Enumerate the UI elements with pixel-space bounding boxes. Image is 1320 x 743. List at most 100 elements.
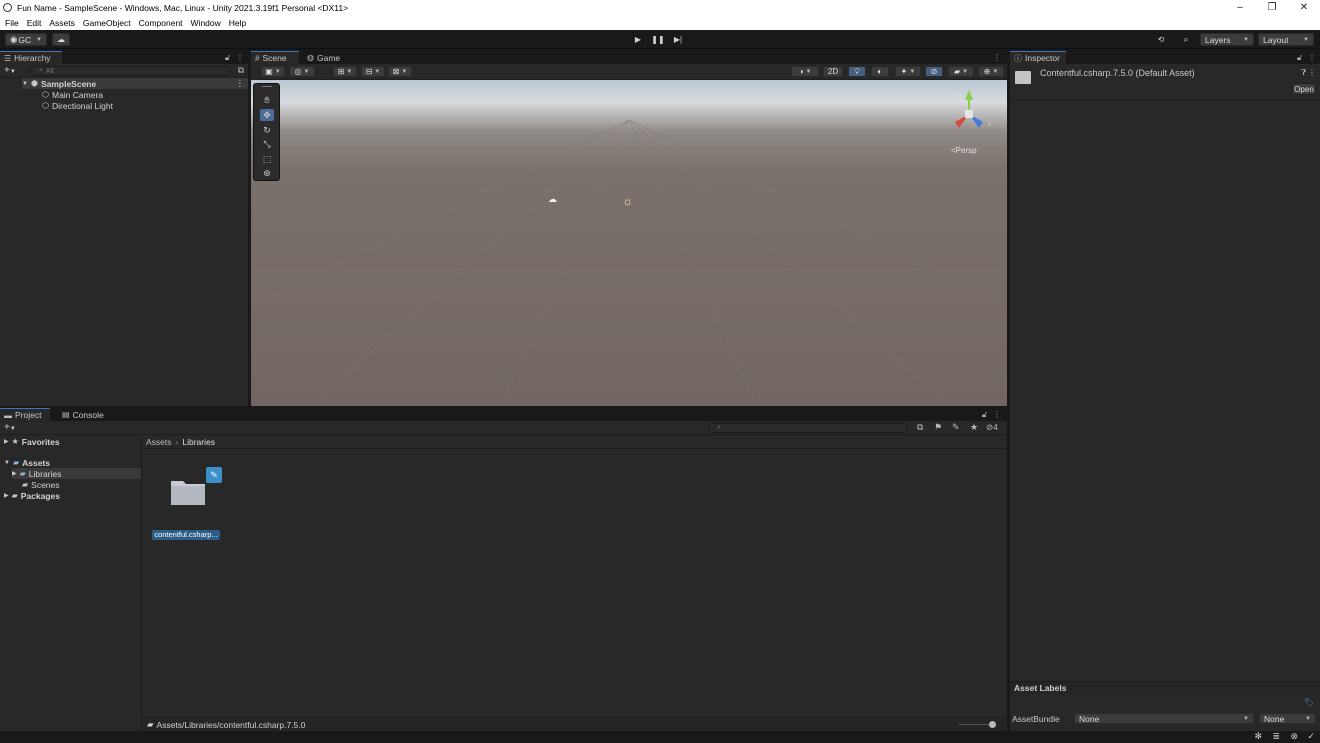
assets-row[interactable]: ▼ ▰ Assets bbox=[4, 457, 50, 468]
grid-snap-dropdown[interactable]: ⊞ ▼ bbox=[333, 66, 357, 77]
menu-bar: File Edit Assets GameObject Component Wi… bbox=[0, 15, 1320, 30]
assetbundle-label: AssetBundle bbox=[1012, 714, 1060, 724]
create-asset-button[interactable]: +▼ bbox=[4, 422, 16, 433]
menu-file[interactable]: File bbox=[5, 18, 19, 28]
close-button[interactable]: ✕ bbox=[1288, 0, 1320, 15]
packages-row[interactable]: ▶ ▰ Packages bbox=[4, 490, 60, 501]
create-button[interactable]: +▼ bbox=[4, 65, 16, 76]
hierarchy-item-directional-light[interactable]: ⬡ Directional Light bbox=[42, 100, 113, 111]
filter-button[interactable]: ⧉ bbox=[238, 65, 244, 76]
rotate-tool-button[interactable]: ↻ bbox=[260, 124, 274, 136]
draw-mode-dropdown[interactable]: ◑ ▼ bbox=[791, 66, 819, 77]
tab-scene[interactable]: # Scene bbox=[251, 51, 299, 64]
light-gizmo-icon[interactable]: ☼ bbox=[622, 194, 633, 208]
menu-help[interactable]: Help bbox=[229, 18, 246, 28]
camera-gizmo-icon[interactable]: ☁ bbox=[548, 194, 557, 205]
layout-dropdown[interactable]: Layout ▼ bbox=[1258, 33, 1314, 46]
transform-tool-button[interactable]: ⊛ bbox=[260, 167, 274, 179]
favorite-button[interactable]: ★ bbox=[970, 422, 978, 433]
grid-icon: # bbox=[255, 53, 260, 63]
tab-inspector[interactable]: ⓘ Inspector bbox=[1010, 51, 1066, 64]
minimize-button[interactable]: – bbox=[1224, 0, 1256, 15]
maximize-button[interactable]: ❐ bbox=[1256, 0, 1288, 15]
lighting-toggle[interactable]: 💡︎ bbox=[848, 66, 866, 77]
menu-assets[interactable]: Assets bbox=[49, 18, 75, 28]
search-by-label-button[interactable]: ⚑ bbox=[934, 422, 942, 433]
hidden-objects-toggle[interactable]: ⊘ bbox=[925, 66, 943, 77]
tab-hierarchy[interactable]: ☰ Hierarchy bbox=[0, 51, 62, 64]
gizmos-dropdown[interactable]: ⊕ ▼ bbox=[978, 66, 1004, 77]
pause-button[interactable]: ❚❚ bbox=[648, 33, 668, 46]
cloud-button[interactable]: ☁ bbox=[52, 33, 70, 46]
assetbundle-dropdown[interactable]: None ▼ bbox=[1074, 713, 1254, 724]
project-search-input[interactable]: ⌕ bbox=[708, 423, 908, 433]
breadcrumb-libraries[interactable]: Libraries bbox=[182, 437, 215, 447]
kebab-menu-icon[interactable]: ⋮ bbox=[236, 78, 245, 89]
increment-snap-dropdown[interactable]: ⊠ ▼ bbox=[388, 66, 412, 77]
inspector-tabbar: ⓘ Inspector 🔓︎ ⋮ bbox=[1010, 51, 1320, 64]
menu-window[interactable]: Window bbox=[191, 18, 221, 28]
scene-viewport[interactable]: ✋︎ ✥ ↻ ⤡ ⬚ ⊛ ☁ ☼ y z <Persp bbox=[251, 80, 1007, 406]
lock-icon[interactable]: 🔓︎ bbox=[982, 410, 987, 420]
main-toolbar: ◉ GC ▼ ☁ ▶ ❚❚ ▶| ⟲ ⌕ Layers ▼ Layout ▼ bbox=[0, 30, 1320, 49]
kebab-menu-icon[interactable]: ⋮ bbox=[993, 53, 1001, 62]
effects-dropdown[interactable]: ✦ ▼ bbox=[895, 66, 921, 77]
open-button[interactable]: Open bbox=[1292, 83, 1316, 95]
stack-icon[interactable]: ≣ bbox=[1272, 731, 1280, 742]
step-button[interactable]: ▶| bbox=[668, 33, 688, 46]
assetbundle-variant-dropdown[interactable]: None ▼ bbox=[1259, 713, 1316, 724]
bug-icon[interactable]: ✻ bbox=[1254, 731, 1262, 742]
search-button[interactable]: ⌕ bbox=[1177, 33, 1195, 46]
hidden-packages-toggle[interactable]: ⊘4 bbox=[986, 422, 998, 433]
scene-row[interactable]: ▼ ⬢ SampleScene ⋮ bbox=[22, 78, 248, 89]
breadcrumb-assets[interactable]: Assets bbox=[146, 437, 172, 447]
scale-tool-button[interactable]: ⤡ bbox=[260, 138, 274, 150]
layers-dropdown[interactable]: Layers ▼ bbox=[1200, 33, 1254, 46]
account-dropdown[interactable]: ◉ GC ▼ bbox=[5, 33, 47, 46]
lock-icon[interactable]: 🔓︎ bbox=[225, 53, 230, 63]
kebab-menu-icon[interactable]: ⋮ bbox=[1308, 68, 1316, 77]
debug-mode-icon[interactable]: ⊗ bbox=[1290, 731, 1298, 742]
favorites-row[interactable]: ▶ ★ Favorites bbox=[4, 436, 60, 447]
camera-dropdown[interactable]: ▰ ▼ bbox=[948, 66, 974, 77]
menu-gameobject[interactable]: GameObject bbox=[83, 18, 131, 28]
help-icon[interactable]: ❓︎ bbox=[1301, 68, 1306, 78]
projection-toggle[interactable]: <Persp bbox=[951, 146, 977, 155]
toggle-2d-button[interactable]: 2D bbox=[823, 66, 843, 77]
tab-game[interactable]: ◍ Game bbox=[303, 51, 347, 64]
asset-item[interactable]: ✎ contentful.csharp... bbox=[151, 455, 223, 540]
window-title: Fun Name - SampleScene - Windows, Mac, L… bbox=[17, 2, 349, 13]
search-by-type-button[interactable]: ⧉ bbox=[917, 422, 923, 433]
kebab-menu-icon[interactable]: ⋮ bbox=[993, 410, 1001, 419]
grid-visibility-dropdown[interactable]: ⊟ ▼ bbox=[361, 66, 385, 77]
rect-tool-button[interactable]: ⬚ bbox=[260, 153, 274, 165]
history-button[interactable]: ⟲ bbox=[1152, 33, 1170, 46]
folder-label: Libraries bbox=[28, 468, 62, 479]
kebab-menu-icon[interactable]: ⋮ bbox=[1308, 53, 1316, 62]
tab-console[interactable]: ▤ Console bbox=[58, 408, 108, 421]
menu-component[interactable]: Component bbox=[139, 18, 183, 28]
pivot-dropdown[interactable]: ◎ ▼ bbox=[289, 66, 315, 77]
hierarchy-item-main-camera[interactable]: ⬡ Main Camera bbox=[42, 89, 103, 100]
type-filter-icon: ⧉ bbox=[917, 422, 924, 432]
play-button[interactable]: ▶ bbox=[628, 33, 648, 46]
folder-icon bbox=[1015, 71, 1031, 84]
folder-icon bbox=[171, 481, 205, 505]
tool-handle-dropdown[interactable]: ▣ ▼ bbox=[261, 66, 285, 77]
kebab-menu-icon[interactable]: ⋮ bbox=[236, 53, 244, 62]
hierarchy-search-input[interactable]: ⌕ All bbox=[30, 66, 230, 76]
audio-toggle[interactable]: 🔈︎ bbox=[871, 66, 889, 77]
tab-project[interactable]: ▬ Project bbox=[0, 408, 50, 421]
orientation-gizmo[interactable]: y z bbox=[939, 88, 999, 138]
slider-thumb[interactable] bbox=[989, 721, 996, 728]
label-tag-icon[interactable]: 🏷︎ bbox=[1304, 698, 1314, 707]
folder-libraries-row[interactable]: ▶ ▰ Libraries bbox=[12, 468, 141, 479]
menu-edit[interactable]: Edit bbox=[27, 18, 42, 28]
folder-scenes-row[interactable]: ▰ Scenes bbox=[22, 479, 60, 490]
progress-check-icon[interactable]: ✓ bbox=[1307, 731, 1315, 742]
search-log-button[interactable]: ✎ bbox=[952, 422, 960, 433]
move-tool-button[interactable]: ✥ bbox=[260, 109, 274, 121]
icon-size-slider[interactable] bbox=[959, 721, 996, 728]
lock-icon[interactable]: 🔓︎ bbox=[1297, 53, 1302, 63]
hand-tool-button[interactable]: ✋︎ bbox=[260, 94, 274, 106]
